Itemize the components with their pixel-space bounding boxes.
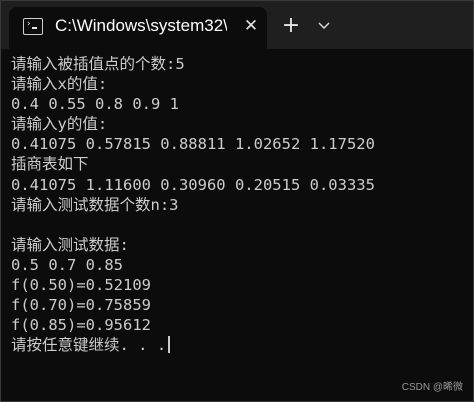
- console-line: 请按任意键继续. . .: [11, 336, 167, 355]
- terminal-icon: ›: [23, 18, 43, 35]
- close-tab-button[interactable]: ✕: [241, 15, 261, 37]
- console-line: f(0.50)=0.52109: [11, 276, 151, 295]
- title-bar: › C:\Windows\system32\ ✕ +: [1, 1, 473, 49]
- terminal-window: › C:\Windows\system32\ ✕ + 请输入被插值点的个数:5 …: [0, 0, 474, 402]
- text-cursor: [168, 336, 170, 354]
- console-output[interactable]: 请输入被插值点的个数:5 请输入x的值: 0.4 0.55 0.8 0.9 1 …: [1, 49, 473, 401]
- console-line: 请输入y的值:: [11, 115, 108, 134]
- console-line: f(0.85)=0.95612: [11, 316, 151, 335]
- console-line: 插商表如下: [11, 155, 89, 174]
- console-line: 0.4 0.55 0.8 0.9 1: [11, 95, 179, 114]
- tab-title: C:\Windows\system32\: [55, 16, 227, 35]
- tab-command-prompt[interactable]: › C:\Windows\system32\ ✕: [9, 7, 267, 49]
- console-line: 0.5 0.7 0.85: [11, 255, 123, 274]
- chevron-down-icon: [318, 22, 330, 29]
- console-line: 请输入被插值点的个数:5: [11, 55, 185, 73]
- console-line: 0.41075 0.57815 0.88811 1.02652 1.17520: [11, 135, 375, 154]
- console-line: 请输入测试数据:: [11, 235, 129, 254]
- console-line: f(0.70)=0.75859: [11, 296, 151, 315]
- tab-dropdown-button[interactable]: [313, 13, 335, 39]
- console-line: 请输入x的值:: [11, 75, 108, 94]
- console-line: 0.41075 1.11600 0.30960 0.20515 0.03335: [11, 175, 375, 194]
- console-line: 请输入测试数据个数n:3: [11, 195, 179, 214]
- watermark: CSDN @晞微: [401, 382, 463, 393]
- new-tab-button[interactable]: +: [277, 13, 305, 39]
- console-prompt-line: 请按任意键继续. . .: [11, 335, 473, 355]
